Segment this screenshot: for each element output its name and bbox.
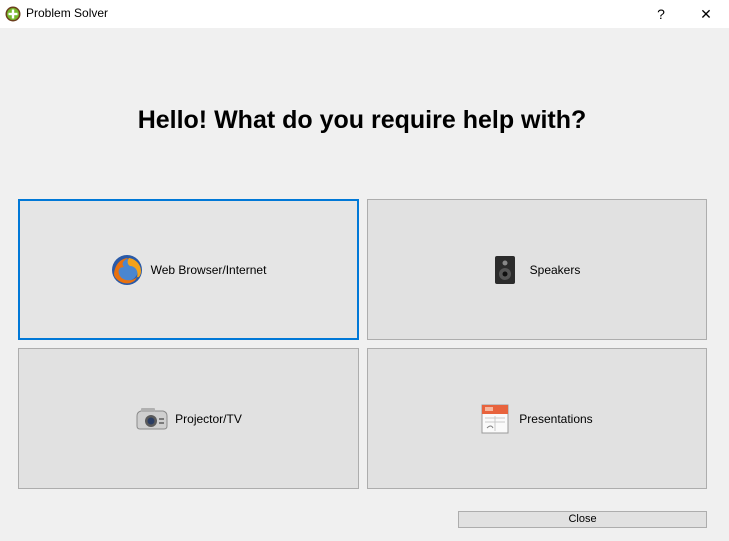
speaker-icon xyxy=(494,255,515,284)
option-speakers-button[interactable]: Speakers xyxy=(367,199,707,340)
option-projector-button[interactable]: Projector/TV xyxy=(18,348,359,489)
option-label: Speakers xyxy=(529,262,581,277)
window-title: Problem Solver xyxy=(26,6,109,20)
projector-icon xyxy=(136,407,168,429)
firefox-icon xyxy=(111,254,142,285)
window-close-button[interactable]: ✕ xyxy=(683,0,729,28)
option-label: Web Browser/Internet xyxy=(150,262,267,277)
presentation-icon xyxy=(481,404,509,433)
option-label: Projector/TV xyxy=(175,411,242,426)
option-web-browser-button[interactable]: Web Browser/Internet xyxy=(18,199,359,340)
app-icon xyxy=(5,6,21,22)
help-button[interactable]: ? xyxy=(638,0,684,28)
title-bar: Problem Solver ? ✕ xyxy=(0,0,729,28)
page-heading: Hello! What do you require help with? xyxy=(137,106,587,134)
option-label: Presentations xyxy=(519,411,593,426)
close-button[interactable]: Close xyxy=(458,511,707,528)
option-presentations-button[interactable]: Presentations xyxy=(367,348,707,489)
